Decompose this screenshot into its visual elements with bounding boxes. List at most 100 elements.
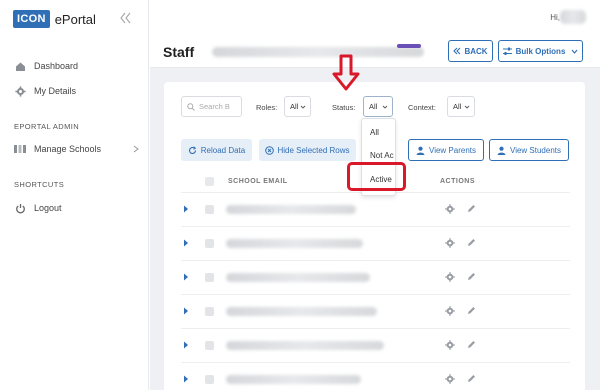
bulk-options-button[interactable]: Bulk Options [498, 40, 583, 62]
email-redacted [226, 273, 370, 282]
search-input[interactable]: Search B [181, 96, 242, 117]
settings-gear-icon[interactable] [445, 374, 455, 384]
gear-icon [14, 85, 26, 97]
row-checkbox[interactable] [205, 375, 214, 384]
brand-name: ePortal [54, 11, 96, 27]
view-parents-label: View Parents [429, 145, 476, 155]
user-icon [497, 146, 506, 155]
double-chevron-left-icon [453, 47, 461, 55]
table-row[interactable] [181, 294, 570, 328]
email-redacted [226, 341, 384, 350]
collapse-sidebar-icon[interactable] [119, 11, 131, 25]
status-value: All [369, 102, 378, 111]
staff-card: Search B Roles: All Status: All Context:… [164, 82, 585, 390]
sidebar-item-logout[interactable]: Logout [14, 202, 139, 214]
sidebar-item-label: Logout [34, 203, 62, 213]
table-row[interactable] [181, 362, 570, 390]
section-eportal-admin: EPORTAL ADMIN [14, 122, 80, 131]
expand-row-icon[interactable] [183, 205, 189, 213]
roles-select[interactable]: All [284, 96, 311, 117]
annotation-highlight-box [347, 162, 406, 191]
sidebar-item-my-details[interactable]: My Details [14, 85, 139, 97]
row-checkbox[interactable] [205, 341, 214, 350]
email-redacted [226, 307, 377, 316]
edit-pencil-icon[interactable] [467, 238, 476, 247]
brand-logo[interactable]: ICON ePortal [13, 10, 96, 28]
user-greeting: Hi, [550, 13, 560, 22]
edit-pencil-icon[interactable] [467, 272, 476, 281]
annotation-arrow-icon [332, 54, 360, 91]
table-row[interactable] [181, 192, 570, 226]
edit-pencil-icon[interactable] [467, 374, 476, 383]
chevron-down-icon [382, 105, 388, 109]
roles-value: All [290, 102, 299, 111]
title-redacted [212, 47, 424, 57]
page-title: Staff [163, 44, 195, 60]
sidebar-item-manage-schools[interactable]: Manage Schools [14, 143, 139, 155]
table-row[interactable] [181, 328, 570, 362]
sidebar-item-label: Manage Schools [34, 144, 102, 154]
context-value: All [453, 102, 462, 111]
chevron-down-icon [464, 105, 470, 109]
expand-row-icon[interactable] [183, 375, 189, 383]
settings-gear-icon[interactable] [445, 306, 455, 316]
hide-rows-label: Hide Selected Rows [277, 145, 350, 155]
select-all-checkbox[interactable] [205, 177, 214, 186]
edit-pencil-icon[interactable] [467, 306, 476, 315]
settings-gear-icon[interactable] [445, 340, 455, 350]
expand-row-icon[interactable] [183, 307, 189, 315]
page-header: Staff BACK Bulk Options [150, 36, 600, 68]
email-redacted [226, 239, 363, 248]
status-option-all[interactable]: All [370, 128, 379, 137]
settings-gear-icon[interactable] [445, 272, 455, 282]
back-label: BACK [464, 46, 488, 56]
settings-gear-icon[interactable] [445, 238, 455, 248]
column-header-actions: ACTIONS [440, 178, 475, 185]
settings-gear-icon[interactable] [445, 204, 455, 214]
view-students-button[interactable]: View Students [489, 139, 569, 161]
view-students-label: View Students [510, 145, 561, 155]
main-content: Search B Roles: All Status: All Context:… [150, 54, 600, 390]
table-row[interactable] [181, 226, 570, 260]
roles-label: Roles: [256, 103, 278, 112]
row-checkbox[interactable] [205, 205, 214, 214]
sidebar-item-label: My Details [34, 86, 77, 96]
expand-row-icon[interactable] [183, 239, 189, 247]
context-label: Context: [408, 103, 436, 112]
chevron-right-icon [133, 145, 139, 153]
row-checkbox[interactable] [205, 239, 214, 248]
view-parents-button[interactable]: View Parents [408, 139, 484, 161]
user-name-redacted[interactable] [560, 10, 586, 24]
search-icon [187, 102, 195, 111]
close-circle-icon [265, 145, 275, 155]
home-icon [14, 60, 26, 72]
reload-label: Reload Data [200, 145, 246, 155]
sidebar: ICON ePortal Dashboard My Details EPORTA… [0, 0, 149, 390]
table-row[interactable] [181, 260, 570, 294]
sliders-icon [502, 47, 512, 55]
expand-row-icon[interactable] [183, 273, 189, 281]
power-icon [14, 202, 26, 214]
row-checkbox[interactable] [205, 273, 214, 282]
section-shortcuts: SHORTCUTS [14, 180, 65, 189]
reload-data-button[interactable]: Reload Data [181, 139, 252, 161]
edit-pencil-icon[interactable] [467, 204, 476, 213]
bulk-options-label: Bulk Options [515, 46, 566, 56]
column-header-email: SCHOOL EMAIL [228, 178, 288, 185]
back-button[interactable]: BACK [448, 40, 493, 62]
expand-row-icon[interactable] [183, 341, 189, 349]
hide-selected-rows-button[interactable]: Hide Selected Rows [259, 139, 356, 161]
chevron-down-icon [300, 105, 306, 109]
sidebar-item-dashboard[interactable]: Dashboard [14, 60, 139, 72]
brand-badge: ICON [13, 10, 50, 28]
chevron-down-icon [571, 49, 578, 54]
refresh-icon [188, 145, 196, 154]
row-checkbox[interactable] [205, 307, 214, 316]
context-select[interactable]: All [447, 96, 475, 117]
status-select[interactable]: All [363, 96, 393, 117]
columns-icon [14, 143, 26, 155]
status-option-not-active[interactable]: Not Ac [370, 151, 394, 160]
email-redacted [226, 205, 356, 214]
top-bar: Hi, [150, 0, 600, 36]
edit-pencil-icon[interactable] [467, 340, 476, 349]
